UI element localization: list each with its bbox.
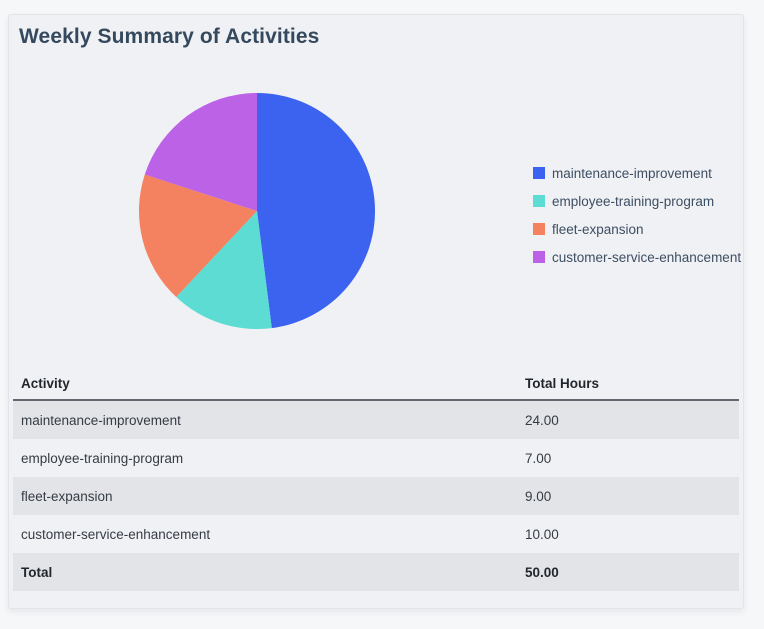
hours-cell: 7.00 [525, 450, 552, 466]
legend-swatch-icon [533, 251, 545, 263]
legend-swatch-icon [533, 223, 545, 235]
chart-legend: maintenance-improvement employee-training… [533, 159, 741, 271]
weekly-summary-card: Weekly Summary of Activities maintenance… [8, 14, 744, 609]
activity-cell: maintenance-improvement [21, 412, 181, 428]
activity-cell: employee-training-program [21, 450, 184, 466]
table-row: maintenance-improvement 24.00 [13, 400, 739, 439]
total-hours: 50.00 [525, 564, 559, 580]
column-header-total-hours: Total Hours [517, 367, 739, 401]
activity-cell: customer-service-enhancement [21, 526, 211, 542]
activity-table: Activity Total Hours maintenance-improve… [13, 367, 739, 591]
column-header-activity: Activity [13, 367, 517, 401]
pie-slice-maintenance-improvement [257, 93, 375, 329]
table-row: customer-service-enhancement 10.00 [13, 515, 739, 553]
legend-label: customer-service-enhancement [552, 249, 742, 265]
legend-label: fleet-expansion [552, 221, 644, 237]
table-row: employee-training-program 7.00 [13, 439, 739, 477]
legend-item[interactable]: employee-training-program [533, 187, 741, 215]
legend-item[interactable]: maintenance-improvement [533, 159, 741, 187]
total-label: Total [21, 564, 53, 580]
hours-cell: 24.00 [525, 412, 559, 428]
legend-item[interactable]: customer-service-enhancement [533, 243, 741, 271]
activity-cell: fleet-expansion [21, 488, 113, 504]
table-total-row: Total 50.00 [13, 553, 739, 591]
legend-item[interactable]: fleet-expansion [533, 215, 741, 243]
activity-table-wrap: Activity Total Hours maintenance-improve… [13, 367, 739, 591]
pie-chart [139, 93, 375, 329]
hours-cell: 10.00 [525, 526, 559, 542]
hours-cell: 9.00 [525, 488, 552, 504]
legend-swatch-icon [533, 195, 545, 207]
card-title: Weekly Summary of Activities [19, 25, 320, 48]
table-header-row: Activity Total Hours [13, 367, 739, 401]
legend-label: maintenance-improvement [552, 165, 712, 181]
legend-label: employee-training-program [552, 193, 715, 209]
table-row: fleet-expansion 9.00 [13, 477, 739, 515]
legend-swatch-icon [533, 167, 545, 179]
